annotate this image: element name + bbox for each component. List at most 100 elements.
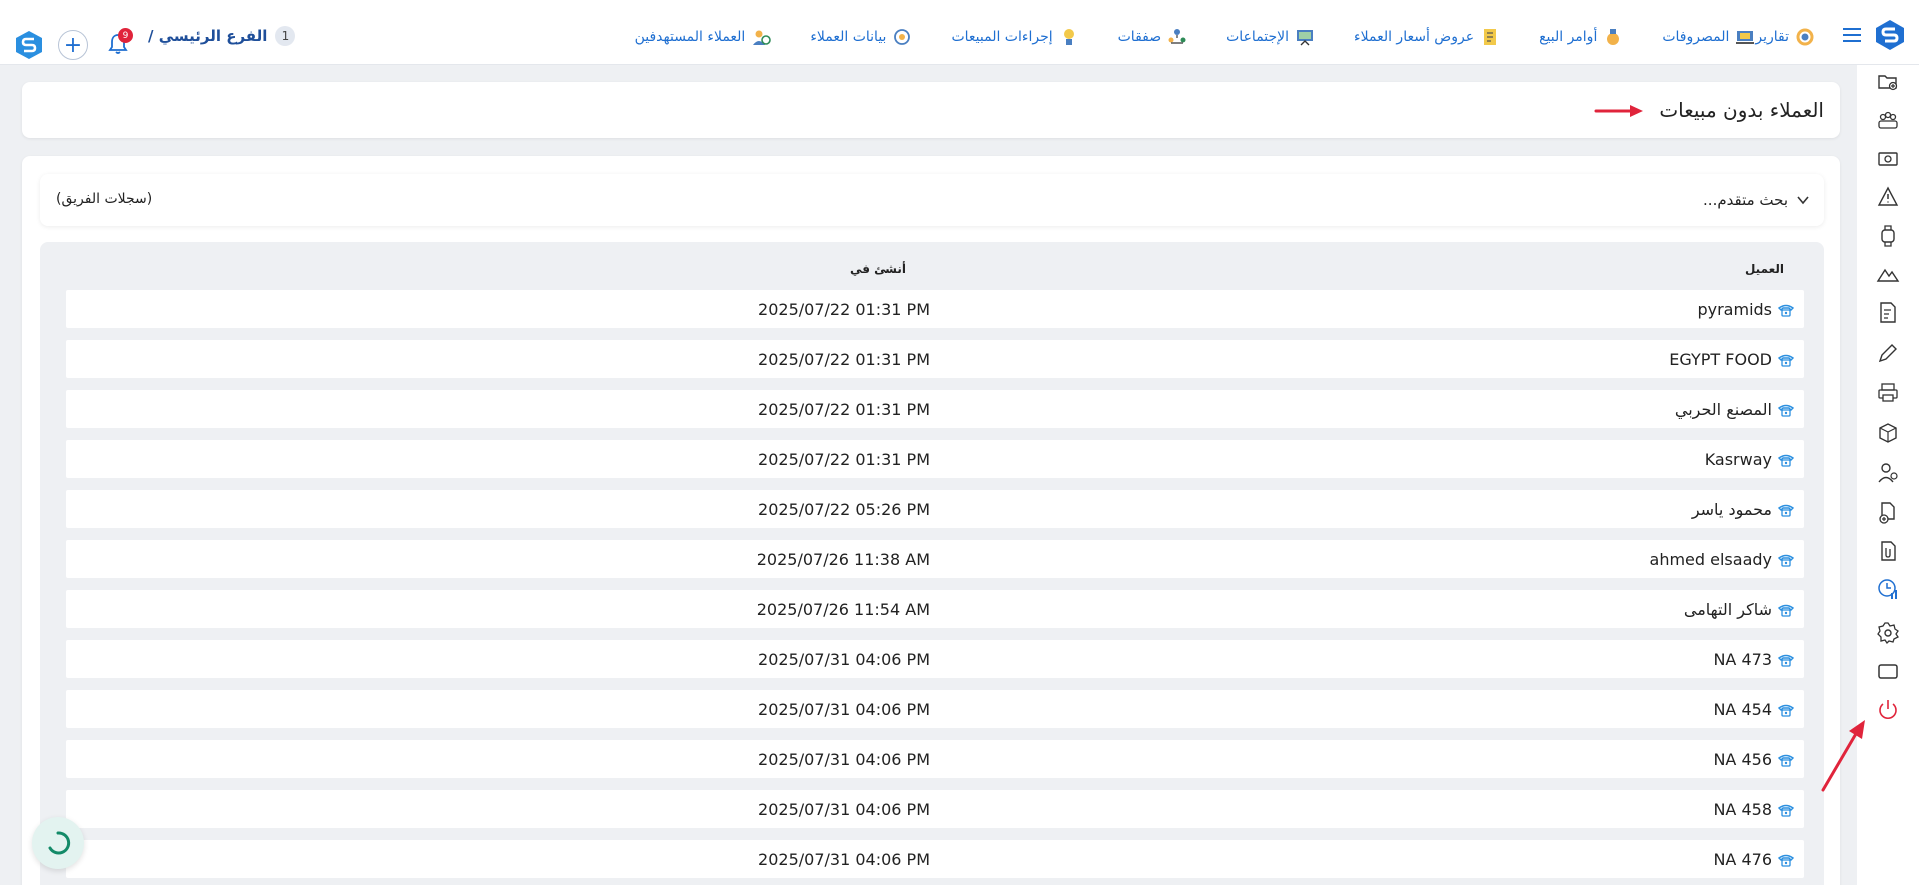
nav-item-sales-orders[interactable]: أوامر البيع bbox=[1539, 27, 1623, 47]
client-name[interactable]: pyramids bbox=[1697, 300, 1772, 319]
table-row[interactable]: NA 458 2025/07/31 04:06 PM bbox=[66, 790, 1804, 828]
client-name[interactable]: NA 473 bbox=[1713, 650, 1772, 669]
phone-icon[interactable] bbox=[1778, 753, 1794, 767]
phone-icon[interactable] bbox=[1778, 653, 1794, 667]
table-row[interactable]: Kasrway 2025/07/22 01:31 PM bbox=[66, 440, 1804, 478]
table-row[interactable]: محمود ياسر 2025/07/22 05:26 PM bbox=[66, 490, 1804, 528]
cell-client[interactable]: Kasrway bbox=[1705, 450, 1794, 469]
sidebar-item-add-document[interactable] bbox=[1875, 500, 1901, 526]
sales-actions-icon bbox=[1063, 28, 1074, 45]
sidebar-item-printer[interactable] bbox=[1875, 380, 1901, 406]
sidebar-item-pen[interactable] bbox=[1875, 340, 1901, 366]
phone-icon[interactable] bbox=[1778, 803, 1794, 817]
team-records-label: (سجلات الفريق) bbox=[56, 191, 153, 207]
nav-item-meetings[interactable]: الإجتماعات bbox=[1226, 27, 1315, 47]
add-button[interactable]: + bbox=[58, 30, 88, 60]
sidebar-item-attachment[interactable] bbox=[1875, 538, 1901, 564]
main-nav: العملاء المستهدفين بيانات العملاء إجراءات … bbox=[596, 8, 1815, 65]
phone-icon[interactable] bbox=[1778, 403, 1794, 417]
branch-name[interactable]: الفرع الرئيسي / bbox=[148, 27, 267, 45]
column-header-client[interactable]: العميل bbox=[1745, 262, 1784, 276]
client-name[interactable]: محمود ياسر bbox=[1692, 500, 1772, 519]
cell-client[interactable]: pyramids bbox=[1697, 300, 1794, 319]
sidebar-item-folder-add[interactable] bbox=[1875, 69, 1901, 95]
sidebar-item-warning[interactable] bbox=[1875, 184, 1901, 210]
cell-created-at: 2025/07/31 04:06 PM bbox=[758, 700, 930, 719]
nav-item-quotes[interactable]: عروض أسعار العملاء bbox=[1354, 27, 1500, 47]
phone-icon[interactable] bbox=[1778, 353, 1794, 367]
phone-icon[interactable] bbox=[1778, 553, 1794, 567]
client-name[interactable]: NA 454 bbox=[1713, 700, 1772, 719]
cell-client[interactable]: NA 458 bbox=[1713, 800, 1794, 819]
phone-icon[interactable] bbox=[1778, 603, 1794, 617]
table-row[interactable]: pyramids 2025/07/22 01:31 PM bbox=[66, 290, 1804, 328]
sidebar-item-invoice[interactable] bbox=[1875, 300, 1901, 326]
nav-item-expenses[interactable]: المصروفات bbox=[1662, 27, 1755, 47]
brand-logo-icon[interactable] bbox=[1873, 18, 1907, 52]
cell-created-at: 2025/07/22 05:26 PM bbox=[758, 500, 930, 519]
column-header-created-at[interactable]: أنشئ في bbox=[850, 262, 906, 276]
cell-created-at: 2025/07/22 01:31 PM bbox=[758, 350, 930, 369]
nav-item-deals[interactable]: صفقات bbox=[1118, 27, 1188, 47]
sidebar-item-chart-clock[interactable] bbox=[1875, 576, 1901, 602]
nav-item-label: بيانات العملاء bbox=[810, 28, 887, 45]
advanced-search-bar[interactable]: بحث متقدم... (سجلات الفريق) bbox=[40, 174, 1824, 226]
table-row[interactable]: EGYPT FOOD 2025/07/22 01:31 PM bbox=[66, 340, 1804, 378]
branch-number-badge: 1 bbox=[275, 26, 296, 46]
cell-client[interactable]: ahmed elsaady bbox=[1650, 550, 1794, 569]
client-name[interactable]: Kasrway bbox=[1705, 450, 1772, 469]
cell-created-at: 2025/07/31 04:06 PM bbox=[758, 750, 930, 769]
sidebar-item-settings[interactable] bbox=[1875, 620, 1901, 646]
cell-client[interactable]: NA 454 bbox=[1713, 700, 1794, 719]
phone-icon[interactable] bbox=[1778, 853, 1794, 867]
cell-client[interactable]: شاكر التهامى bbox=[1684, 600, 1794, 619]
cell-client[interactable]: NA 473 bbox=[1713, 650, 1794, 669]
sidebar-item-power[interactable] bbox=[1875, 697, 1901, 723]
hamburger-menu-icon[interactable] bbox=[1841, 26, 1863, 44]
table-row[interactable]: NA 456 2025/07/31 04:06 PM bbox=[66, 740, 1804, 778]
nav-item-reports[interactable]: تقارير bbox=[1755, 27, 1815, 47]
nav-item-label: إجراءات المبيعات bbox=[951, 28, 1053, 45]
cell-client[interactable]: NA 456 bbox=[1713, 750, 1794, 769]
table-row[interactable]: المصنع الحربي 2025/07/22 01:31 PM bbox=[66, 390, 1804, 428]
cell-client[interactable]: NA 476 bbox=[1713, 850, 1794, 869]
table-row[interactable]: NA 454 2025/07/31 04:06 PM bbox=[66, 690, 1804, 728]
table-row[interactable]: ahmed elsaady 2025/07/26 11:38 AM bbox=[66, 540, 1804, 578]
cell-client[interactable]: EGYPT FOOD bbox=[1669, 350, 1794, 369]
sidebar-item-mountain[interactable] bbox=[1875, 261, 1901, 287]
cell-client[interactable]: المصنع الحربي bbox=[1675, 400, 1794, 419]
advanced-search-label[interactable]: بحث متقدم... bbox=[1703, 191, 1788, 209]
branch-selector[interactable]: 1 الفرع الرئيسي / bbox=[148, 24, 296, 48]
client-name[interactable]: NA 476 bbox=[1713, 850, 1772, 869]
nav-item-sales-actions[interactable]: إجراءات المبيعات bbox=[951, 27, 1078, 47]
table-row[interactable]: NA 473 2025/07/31 04:06 PM bbox=[66, 640, 1804, 678]
client-name[interactable]: المصنع الحربي bbox=[1675, 400, 1772, 419]
table-row[interactable]: شاكر التهامى 2025/07/26 11:54 AM bbox=[66, 590, 1804, 628]
client-name[interactable]: ahmed elsaady bbox=[1650, 550, 1772, 569]
phone-icon[interactable] bbox=[1778, 303, 1794, 317]
chevron-down-icon[interactable] bbox=[1796, 194, 1810, 206]
add-document-icon bbox=[1879, 502, 1895, 524]
sidebar-item-package[interactable] bbox=[1875, 420, 1901, 446]
sidebar-item-smartwatch[interactable] bbox=[1875, 223, 1901, 249]
nav-item-target-clients[interactable]: العملاء المستهدفين bbox=[635, 27, 772, 47]
nav-item-client-data[interactable]: بيانات العملاء bbox=[810, 27, 912, 47]
phone-icon[interactable] bbox=[1778, 503, 1794, 517]
page-title-card: العملاء بدون مبيعات bbox=[22, 82, 1840, 138]
sidebar-item-user-money[interactable] bbox=[1875, 460, 1901, 486]
sidebar-item-cash[interactable] bbox=[1875, 146, 1901, 172]
client-name[interactable]: NA 456 bbox=[1713, 750, 1772, 769]
phone-icon[interactable] bbox=[1778, 703, 1794, 717]
page-title: العملاء بدون مبيعات bbox=[1659, 98, 1824, 122]
cell-client[interactable]: محمود ياسر bbox=[1692, 500, 1794, 519]
sidebar-item-team[interactable] bbox=[1875, 108, 1901, 134]
cash-icon bbox=[1878, 152, 1898, 166]
client-name[interactable]: NA 458 bbox=[1713, 800, 1772, 819]
client-name[interactable]: EGYPT FOOD bbox=[1669, 350, 1772, 369]
table-row[interactable]: NA 476 2025/07/31 04:06 PM bbox=[66, 840, 1804, 878]
phone-icon[interactable] bbox=[1778, 453, 1794, 467]
client-name[interactable]: شاكر التهامى bbox=[1684, 600, 1772, 619]
sidebar-item-monitor[interactable] bbox=[1875, 659, 1901, 685]
folder-add-icon bbox=[1878, 75, 1898, 91]
app-logo-icon[interactable] bbox=[14, 30, 44, 60]
